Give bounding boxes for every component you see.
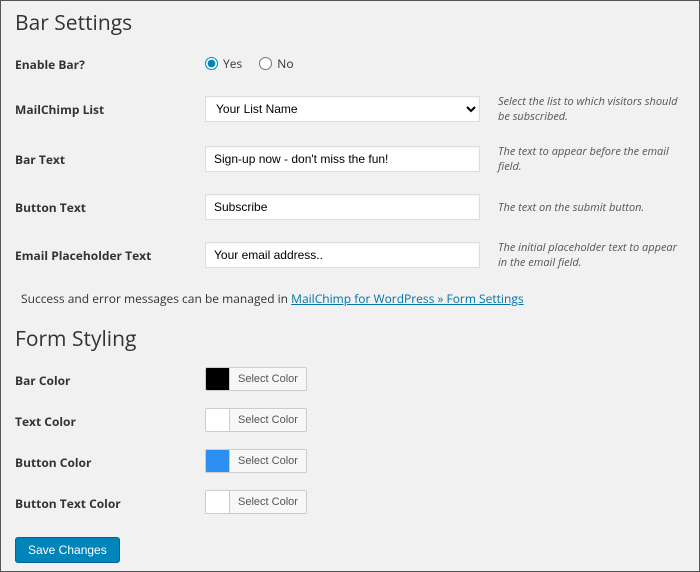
button-text-color-label: Button Text Color xyxy=(15,495,205,512)
form-settings-link[interactable]: MailChimp for WordPress » Form Settings xyxy=(291,290,523,307)
mailchimp-list-select[interactable]: Your List Name xyxy=(205,96,480,122)
email-placeholder-label: Email Placeholder Text xyxy=(15,247,205,264)
button-text-hint: The text on the submit button. xyxy=(480,200,685,215)
button-color-swatch xyxy=(206,450,230,472)
bar-color-label: Bar Color xyxy=(15,372,205,389)
bar-settings-heading: Bar Settings xyxy=(15,9,685,37)
button-text-color-swatch xyxy=(206,491,230,513)
form-styling-heading: Form Styling xyxy=(15,325,685,353)
button-text-color-button[interactable]: Select Color xyxy=(230,491,306,513)
button-color-label: Button Color xyxy=(15,454,205,471)
bar-color-picker[interactable]: Select Color xyxy=(205,367,307,391)
bar-color-button[interactable]: Select Color xyxy=(230,368,306,390)
enable-bar-no-radio[interactable] xyxy=(259,57,272,70)
save-changes-button[interactable]: Save Changes xyxy=(15,537,120,563)
bar-color-swatch xyxy=(206,368,230,390)
button-color-button[interactable]: Select Color xyxy=(230,450,306,472)
email-placeholder-input[interactable] xyxy=(205,242,480,268)
bar-text-label: Bar Text xyxy=(15,151,205,168)
text-color-label: Text Color xyxy=(15,413,205,430)
enable-bar-yes-radio[interactable] xyxy=(205,57,218,70)
button-text-label: Button Text xyxy=(15,199,205,216)
enable-bar-yes-text: Yes xyxy=(223,55,242,72)
mailchimp-list-label: MailChimp List xyxy=(15,101,205,118)
email-placeholder-hint: The initial placeholder text to appear i… xyxy=(480,240,685,270)
info-message: Success and error messages can be manage… xyxy=(21,290,685,307)
bar-text-hint: The text to appear before the email fiel… xyxy=(480,144,685,174)
text-color-picker[interactable]: Select Color xyxy=(205,408,307,432)
enable-bar-no-option[interactable]: No xyxy=(259,55,293,72)
enable-bar-yes-option[interactable]: Yes xyxy=(205,55,242,72)
info-prefix: Success and error messages can be manage… xyxy=(21,290,291,307)
button-text-color-picker[interactable]: Select Color xyxy=(205,490,307,514)
text-color-swatch xyxy=(206,409,230,431)
enable-bar-no-text: No xyxy=(277,55,293,72)
bar-text-input[interactable] xyxy=(205,146,480,172)
enable-bar-label: Enable Bar? xyxy=(15,56,205,73)
button-text-input[interactable] xyxy=(205,194,480,220)
button-color-picker[interactable]: Select Color xyxy=(205,449,307,473)
mailchimp-list-hint: Select the list to which visitors should… xyxy=(480,94,685,124)
text-color-button[interactable]: Select Color xyxy=(230,409,306,431)
